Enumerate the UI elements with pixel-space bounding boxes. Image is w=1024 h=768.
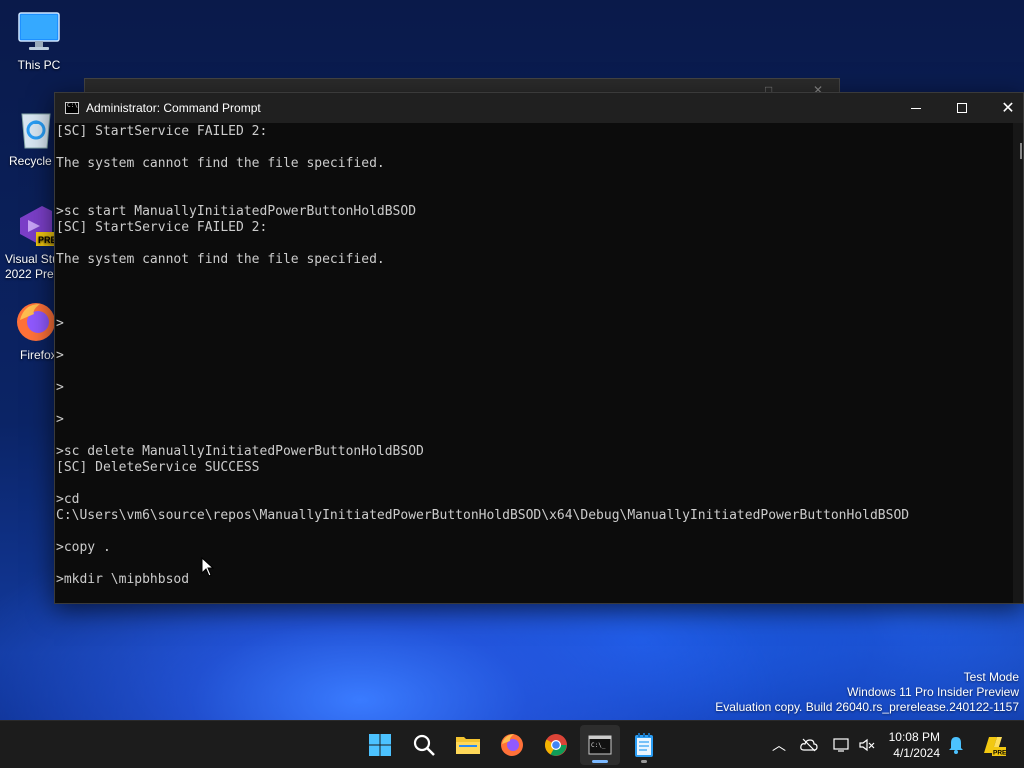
test-mode-watermark: Test Mode Windows 11 Pro Insider Preview… xyxy=(715,670,1019,715)
system-tray: ︿ xyxy=(768,721,876,768)
start-button[interactable] xyxy=(360,725,400,765)
terminal-icon: C:\_ xyxy=(588,735,612,755)
console-line: The system cannot find the file specifie… xyxy=(56,156,385,171)
taskbar-clock[interactable]: 10:08 PM 4/1/2024 xyxy=(889,729,940,761)
notepad-icon xyxy=(635,733,653,757)
svg-text:C:\_: C:\_ xyxy=(591,742,606,749)
desktop-icon-label-line2: 2022 Preview xyxy=(5,267,56,281)
desktop-icon-label: Firefox xyxy=(20,348,56,362)
firefox-icon xyxy=(14,300,56,344)
minimize-icon xyxy=(911,107,921,109)
console-output[interactable]: [SC] StartService FAILED 2: The system ca… xyxy=(55,123,1013,603)
console-line: > xyxy=(56,412,64,427)
chrome-icon xyxy=(545,734,567,756)
taskbar: C:\_ ︿ 10:08 PM 4/1/2024 PRE xyxy=(0,720,1024,768)
close-button[interactable]: ✕ xyxy=(985,93,1024,123)
console-line: > xyxy=(56,316,64,331)
desktop-icon-firefox[interactable]: Firefox xyxy=(0,300,56,363)
console-line: [SC] StartService FAILED 2: xyxy=(56,220,268,235)
onedrive-icon[interactable] xyxy=(800,738,818,752)
search-icon xyxy=(413,734,435,756)
console-line: [SC] DeleteService SUCCESS xyxy=(56,460,260,475)
desktop-icon-this-pc[interactable]: This PC xyxy=(0,10,78,73)
window-title: Administrator: Command Prompt xyxy=(86,101,261,115)
desktop-icon-label: Recycle Bin xyxy=(9,154,56,168)
desktop-icon-visual-studio[interactable]: PRE Visual Studio 2022 Preview xyxy=(0,204,56,282)
console-line: C:\Users\vm6\source\repos\ManuallyInitia… xyxy=(56,508,910,523)
firefox-icon xyxy=(501,734,523,756)
scroll-thumb[interactable] xyxy=(1020,143,1022,159)
watermark-line: Evaluation copy. Build 26040.rs_prerelea… xyxy=(715,700,1019,714)
console-line: > xyxy=(56,380,64,395)
mouse-cursor-icon xyxy=(201,557,215,577)
show-hidden-icons-icon[interactable]: ︿ xyxy=(768,735,790,755)
console-line: >sc delete ManuallyInitiatedPowerButtonH… xyxy=(56,444,424,459)
console-line: > xyxy=(56,348,64,363)
maximize-button[interactable] xyxy=(939,93,985,123)
command-prompt-window[interactable]: Administrator: Command Prompt ✕ [SC] Sta… xyxy=(54,92,1024,604)
console-line: >sc start ManuallyInitiatedPowerButtonHo… xyxy=(56,204,417,219)
close-icon: ✕ xyxy=(1001,98,1015,117)
watermark-line: Test Mode xyxy=(963,670,1019,684)
search-button[interactable] xyxy=(404,725,444,765)
recycle-bin-icon xyxy=(14,106,56,150)
active-indicator xyxy=(592,760,608,763)
console-line: [SC] StartService FAILED 2: xyxy=(56,124,268,139)
monitor-icon xyxy=(17,10,61,54)
firefox-taskbar-button[interactable] xyxy=(492,725,532,765)
minimize-button[interactable] xyxy=(893,93,939,123)
volume-muted-icon[interactable] xyxy=(858,737,876,753)
cmd-icon xyxy=(65,102,79,114)
notification-bell-icon[interactable] xyxy=(948,736,964,754)
scrollbar[interactable] xyxy=(1013,123,1023,603)
visual-studio-icon: PRE xyxy=(14,204,56,248)
console-line: >cd xyxy=(56,492,80,507)
maximize-icon xyxy=(957,103,967,113)
watermark-line: Windows 11 Pro Insider Preview xyxy=(847,685,1019,699)
chrome-taskbar-button[interactable] xyxy=(536,725,576,765)
desktop-icon-label: This PC xyxy=(17,58,61,72)
console-line: >mkdir \mipbhbsod xyxy=(56,572,190,587)
svg-text:PRE: PRE xyxy=(993,750,1006,757)
desktop-icon-recycle-bin[interactable]: Recycle Bin xyxy=(0,106,56,169)
clock-date: 4/1/2024 xyxy=(893,746,940,760)
network-icon[interactable] xyxy=(832,737,850,753)
file-explorer-button[interactable] xyxy=(448,725,488,765)
console-line: The system cannot find the file specifie… xyxy=(56,252,385,267)
copilot-preview-icon[interactable]: PRE xyxy=(980,733,1006,757)
clock-time: 10:08 PM xyxy=(888,730,940,744)
running-indicator xyxy=(641,760,647,763)
file-explorer-icon xyxy=(456,737,480,754)
desktop-icon-label-line1: Visual Studio xyxy=(5,252,56,266)
console-line: >copy . xyxy=(56,540,111,555)
notepad-taskbar-button[interactable] xyxy=(624,725,664,765)
window-titlebar[interactable]: Administrator: Command Prompt ✕ xyxy=(55,93,1023,123)
terminal-taskbar-button[interactable]: C:\_ xyxy=(580,725,620,765)
start-icon xyxy=(369,734,391,756)
